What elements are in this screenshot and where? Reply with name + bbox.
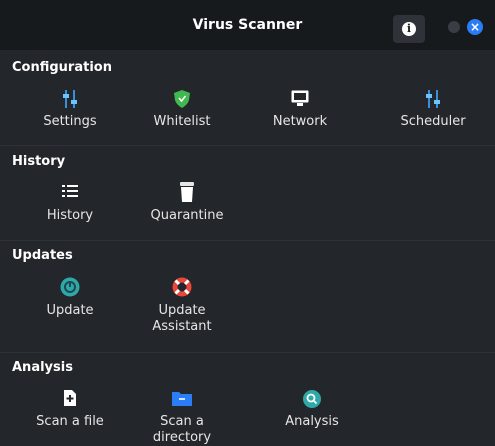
- close-icon: ×: [469, 20, 481, 34]
- settings-label: Settings: [43, 114, 97, 129]
- whitelist-label: Whitelist: [153, 114, 211, 129]
- history-label: History: [46, 208, 94, 223]
- section-title-updates: Updates: [12, 248, 73, 263]
- file-icon: [60, 390, 80, 408]
- minimize-button[interactable]: [448, 21, 460, 33]
- scheduler-button[interactable]: Scheduler: [383, 90, 483, 130]
- history-button[interactable]: History: [20, 184, 120, 224]
- info-button[interactable]: i: [393, 15, 425, 43]
- section-title-configuration: Configuration: [12, 60, 112, 75]
- update-assistant-label: Update Assistant: [152, 303, 212, 334]
- update-label: Update: [46, 303, 94, 318]
- folder-icon: [172, 390, 192, 408]
- network-button[interactable]: Network: [250, 90, 350, 130]
- scan-file-label: Scan a file: [36, 414, 104, 429]
- settings-button[interactable]: Settings: [20, 90, 120, 130]
- sliders-icon: [60, 90, 80, 108]
- list-icon: [60, 184, 80, 202]
- title-bar: Virus Scanner i ×: [0, 0, 495, 50]
- analysis-label: Analysis: [285, 414, 339, 429]
- network-label: Network: [272, 114, 328, 129]
- trash-icon: [177, 182, 197, 202]
- virus-scanner-window: Virus Scanner i × Configuration Settings: [0, 0, 495, 446]
- whitelist-button[interactable]: Whitelist: [132, 90, 232, 130]
- info-icon: i: [402, 22, 416, 36]
- lifebuoy-icon: [172, 277, 192, 297]
- divider: [0, 240, 495, 241]
- analysis-button[interactable]: Analysis: [262, 390, 362, 430]
- quarantine-label: Quarantine: [150, 208, 224, 223]
- quarantine-button[interactable]: Quarantine: [137, 182, 237, 224]
- sliders-icon: [423, 90, 443, 108]
- section-title-analysis: Analysis: [12, 360, 73, 375]
- update-icon: [60, 277, 80, 297]
- section-title-history: History: [12, 154, 66, 169]
- close-button[interactable]: ×: [467, 19, 483, 35]
- monitor-icon: [290, 90, 310, 108]
- search-icon: [302, 390, 322, 408]
- scan-directory-button[interactable]: Scan a directory: [132, 390, 232, 446]
- divider: [0, 352, 495, 353]
- scan-directory-label: Scan a directory: [152, 414, 212, 445]
- divider: [0, 145, 495, 146]
- scan-file-button[interactable]: Scan a file: [20, 390, 120, 430]
- update-button[interactable]: Update: [20, 277, 120, 319]
- scheduler-label: Scheduler: [400, 114, 466, 129]
- update-assistant-button[interactable]: Update Assistant: [132, 277, 232, 335]
- shield-icon: [172, 90, 192, 108]
